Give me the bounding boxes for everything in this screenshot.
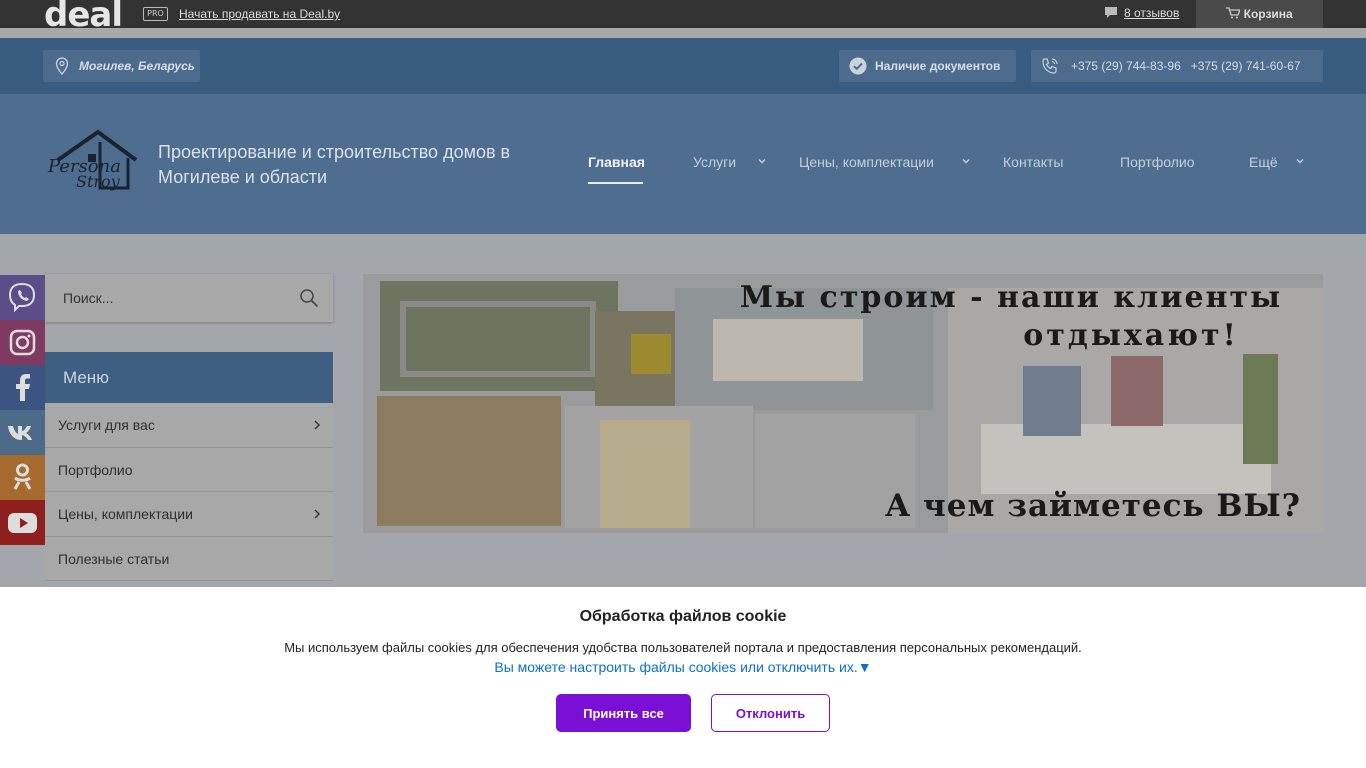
contact-bar: Могилев, Беларусь Наличие документов +37… <box>0 38 1366 94</box>
youtube-link[interactable] <box>0 500 45 545</box>
divider <box>0 28 1366 38</box>
cart-icon <box>1226 7 1242 19</box>
menu-item-articles[interactable]: Полезные статьи <box>45 536 333 581</box>
menu-item-portfolio[interactable]: Портфолио <box>45 447 333 492</box>
nav-prices[interactable]: Цены, комплектации <box>799 154 934 170</box>
phone-number-1[interactable]: +375 (29) 744-83-96 <box>1071 59 1181 73</box>
site-tagline: Проектирование и строительство домов в М… <box>158 142 511 187</box>
map-pin-icon <box>55 57 69 75</box>
cookie-description: Мы используем файлы cookies для обеспече… <box>284 640 1082 655</box>
cookie-settings-link[interactable]: Вы можете настроить файлы cookies или от… <box>0 659 1366 675</box>
viber-icon <box>8 282 36 313</box>
odnoklassniki-icon <box>13 463 32 490</box>
decline-button[interactable]: Отклонить <box>711 694 830 732</box>
comment-icon <box>1105 7 1117 18</box>
nav-home[interactable]: Главная <box>588 154 645 170</box>
verified-check-icon <box>849 57 867 75</box>
cookie-consent-panel: Обработка файлов cookie Мы используем фа… <box>0 587 1366 768</box>
chevron-down-icon <box>1296 159 1304 164</box>
nav-contacts[interactable]: Контакты <box>1003 154 1063 170</box>
menu-item-prices[interactable]: Цены, комплектации <box>45 492 333 537</box>
menu-item-label: Полезные статьи <box>58 550 170 567</box>
vk-link[interactable] <box>0 410 45 455</box>
search-box <box>45 274 333 322</box>
pro-badge: PRO <box>143 7 168 21</box>
location-label: Могилев, Беларусь <box>79 59 195 73</box>
reviews-link[interactable]: 8 отзывов <box>1104 6 1179 20</box>
menu-item-label: Услуги для вас <box>58 417 155 433</box>
main-content: Меню Услуги для вас Портфолио Цены, комп… <box>0 234 1366 587</box>
odnoklassniki-link[interactable] <box>0 455 45 500</box>
vk-icon <box>8 426 32 440</box>
documents-badge[interactable]: Наличие документов <box>839 50 1016 82</box>
instagram-icon <box>9 329 36 356</box>
nav-services[interactable]: Услуги <box>693 154 736 170</box>
documents-label: Наличие документов <box>875 59 1001 73</box>
promo-banner[interactable]: Мы строим - наши клиенты отдыхают! А чем… <box>363 274 1323 533</box>
menu-item-services[interactable]: Услуги для вас <box>45 403 333 448</box>
chevron-right-icon <box>314 420 320 430</box>
banner-headline-2: отдыхают! <box>1023 318 1239 353</box>
sidebar-menu: Меню Услуги для вас Портфолио Цены, комп… <box>45 352 333 581</box>
start-selling-link[interactable]: Начать продавать на Deal.by <box>179 7 340 21</box>
cart-label: Корзина <box>1243 7 1293 21</box>
phone-number-2[interactable]: +375 (29) 741-60-67 <box>1191 59 1301 73</box>
nav-portfolio[interactable]: Портфолио <box>1120 154 1195 170</box>
phones-block[interactable]: +375 (29) 744-83-96 +375 (29) 741-60-67 <box>1031 50 1323 82</box>
facebook-icon <box>16 374 30 401</box>
logo-text-stroy: Stroy <box>76 172 120 191</box>
menu-title: Меню <box>45 352 333 403</box>
site-logo[interactable]: Persona Stroy <box>48 130 140 192</box>
accept-all-button[interactable]: Принять все <box>556 694 691 732</box>
search-icon[interactable] <box>299 288 319 308</box>
chevron-right-icon <box>314 509 320 519</box>
search-input[interactable] <box>45 274 285 322</box>
nav-active-underline <box>588 182 643 184</box>
location-selector[interactable]: Могилев, Беларусь <box>43 50 200 82</box>
deal-logo[interactable]: deal <box>44 0 122 28</box>
phone-icon <box>1042 58 1058 74</box>
facebook-link[interactable] <box>0 365 45 410</box>
site-header: Persona Stroy Проектирование и строитель… <box>0 94 1366 234</box>
viber-link[interactable] <box>0 275 45 320</box>
banner-bottom-text: А чем займетесь ВЫ? <box>885 488 1301 524</box>
chevron-down-icon <box>758 159 766 164</box>
banner-headline-1: Мы строим - наши клиенты <box>739 280 1283 315</box>
instagram-link[interactable] <box>0 320 45 365</box>
nav-more[interactable]: Ещё <box>1249 154 1278 170</box>
chevron-down-icon <box>962 159 970 164</box>
menu-item-label: Портфолио <box>58 461 133 478</box>
menu-item-label: Цены, комплектации <box>58 506 193 522</box>
youtube-icon <box>8 513 37 533</box>
reviews-count: 8 отзывов <box>1124 6 1180 20</box>
cookie-title: Обработка файлов cookie <box>579 608 787 625</box>
cart-button[interactable]: Корзина <box>1196 0 1323 28</box>
deal-top-bar: deal PRO Начать продавать на Deal.by 8 о… <box>0 0 1366 28</box>
